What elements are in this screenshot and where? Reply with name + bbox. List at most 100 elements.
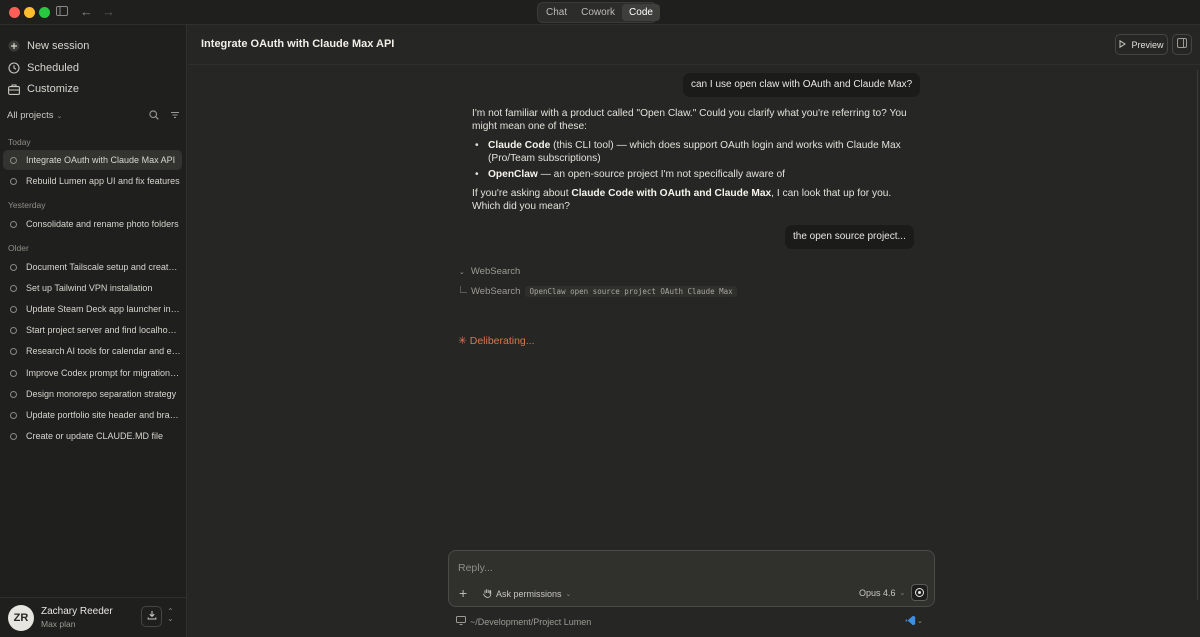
- assistant-options-list: Claude Code (this CLI tool) — which does…: [475, 139, 922, 181]
- session-item[interactable]: Update portfolio site header and brand..…: [3, 405, 182, 425]
- send-button[interactable]: [911, 584, 928, 601]
- new-session-button[interactable]: New session: [7, 37, 89, 55]
- session-title: Document Tailscale setup and create c...: [26, 262, 181, 272]
- preview-label: Preview: [1131, 39, 1164, 50]
- vscode-icon[interactable]: [905, 615, 916, 629]
- permissions-dropdown[interactable]: Ask permissions ⌄: [482, 588, 571, 600]
- session-status-icon: [10, 432, 17, 440]
- session-title: Integrate OAuth with Claude Max API: [26, 155, 176, 165]
- session-status-icon: [10, 177, 17, 185]
- outro-text: If you're asking about: [472, 188, 572, 199]
- panel-icon: [1177, 38, 1187, 51]
- play-icon: [1119, 39, 1127, 50]
- reply-input[interactable]: [458, 560, 918, 575]
- chevron-down-icon: ⌄: [899, 590, 906, 597]
- account-switcher-icon[interactable]: ⌃ ⌄: [167, 608, 174, 623]
- briefcase-icon: [7, 83, 20, 96]
- customize-label: Customize: [27, 83, 79, 95]
- session-item[interactable]: Research AI tools for calendar and em...: [3, 341, 182, 361]
- back-arrow-icon[interactable]: ←: [80, 4, 93, 20]
- plus-circle-icon: [7, 40, 20, 53]
- mode-switcher: Chat Cowork Code: [537, 2, 660, 23]
- sidebar-toggle-icon[interactable]: [56, 4, 68, 20]
- list-item: OpenClaw — an open-source project I'm no…: [475, 168, 922, 181]
- sidebar: New session Scheduled Customize All proj…: [0, 25, 187, 637]
- project-filter-row: All projects ⌄: [7, 110, 180, 124]
- tool-call-label: WebSearch: [471, 286, 521, 297]
- session-item[interactable]: Improve Codex prompt for migration pl...: [3, 363, 182, 383]
- tab-cowork[interactable]: Cowork: [574, 4, 622, 21]
- session-title: Design monorepo separation strategy: [26, 389, 177, 399]
- avatar: ZR: [8, 605, 34, 631]
- preview-button[interactable]: Preview: [1115, 34, 1168, 55]
- session-title: Create or update CLAUDE.MD file: [26, 431, 164, 441]
- user-message: the open source project...: [785, 225, 914, 249]
- option-description: — an open-source project I'm not specifi…: [537, 169, 785, 180]
- assistant-outro: If you're asking about Claude Code with …: [472, 187, 922, 213]
- title-bar: ← → Chat Cowork Code: [0, 0, 1200, 25]
- session-item[interactable]: Update Steam Deck app launcher inter...: [3, 299, 182, 319]
- session-status-icon: [10, 263, 17, 271]
- session-item[interactable]: Start project server and find localhost …: [3, 320, 182, 340]
- group-label: Yesterday: [8, 200, 46, 210]
- outro-bold: Claude Code with OAuth and Claude Max: [571, 188, 772, 199]
- session-status-icon: [10, 305, 17, 313]
- monitor-icon: [456, 616, 466, 627]
- tool-group-label: WebSearch: [470, 266, 521, 277]
- session-status-icon: [10, 284, 17, 292]
- group-label: Today: [8, 137, 31, 147]
- forward-arrow-icon[interactable]: →: [102, 4, 115, 20]
- option-description: (this CLI tool) — which does support OAu…: [488, 140, 901, 164]
- maximize-window-button[interactable]: [39, 7, 50, 18]
- session-item[interactable]: Design monorepo separation strategy: [3, 384, 182, 404]
- list-item: Claude Code (this CLI tool) — which does…: [475, 139, 922, 165]
- add-attachment-button[interactable]: +: [459, 586, 467, 600]
- spinner-icon: ✳: [458, 335, 467, 347]
- tab-code[interactable]: Code: [622, 4, 660, 21]
- conversation-header: Integrate OAuth with Claude Max API ⌄ Pr…: [188, 25, 1200, 65]
- minimize-window-button[interactable]: [24, 7, 35, 18]
- search-icon[interactable]: [149, 110, 159, 123]
- tool-group-toggle[interactable]: ⌄ WebSearch: [459, 266, 520, 277]
- tool-call[interactable]: WebSearch OpenClaw open source project O…: [460, 286, 737, 297]
- permissions-label: Ask permissions: [496, 589, 562, 599]
- session-title: Improve Codex prompt for migration pl...: [26, 368, 181, 378]
- session-item[interactable]: Document Tailscale setup and create c...: [3, 257, 182, 277]
- record-icon: [915, 588, 924, 597]
- filter-icon[interactable]: [170, 110, 180, 123]
- option-name: Claude Code: [488, 140, 551, 151]
- assistant-intro: I'm not familiar with a product called "…: [472, 108, 907, 132]
- assistant-message: I'm not familiar with a product called "…: [472, 107, 922, 219]
- clock-icon: [7, 62, 20, 75]
- session-title: Start project server and find localhost …: [26, 325, 181, 335]
- chevron-down-icon[interactable]: ⌄: [917, 617, 923, 625]
- session-item[interactable]: Create or update CLAUDE.MD file: [3, 426, 182, 446]
- chevron-down-icon: ⌄: [56, 113, 63, 120]
- conversation-title[interactable]: Integrate OAuth with Claude Max API: [201, 38, 394, 50]
- session-item[interactable]: Integrate OAuth with Claude Max API: [3, 150, 182, 170]
- project-filter-dropdown[interactable]: All projects ⌄: [7, 110, 62, 121]
- chevron-down-icon[interactable]: ⌄: [375, 38, 383, 49]
- session-item[interactable]: Set up Tailwind VPN installation: [3, 278, 182, 298]
- scheduled-button[interactable]: Scheduled: [7, 59, 79, 77]
- download-icon: [147, 610, 157, 623]
- working-directory[interactable]: ~/Development/Project Lumen: [456, 616, 591, 627]
- customize-button[interactable]: Customize: [7, 80, 79, 98]
- close-window-button[interactable]: [9, 7, 20, 18]
- user-message: can I use open claw with OAuth and Claud…: [683, 73, 921, 97]
- user-profile[interactable]: ZR Zachary Reeder Max plan ⌃ ⌄: [0, 597, 187, 637]
- path-label: ~/Development/Project Lumen: [470, 616, 592, 627]
- session-item[interactable]: Rebuild Lumen app UI and fix features: [3, 171, 182, 191]
- panel-toggle-button[interactable]: [1172, 34, 1192, 55]
- status-indicator: ✳ Deliberating...: [458, 335, 535, 347]
- session-item[interactable]: Consolidate and rename photo folders: [3, 214, 182, 234]
- session-status-icon: [10, 220, 17, 228]
- model-selector[interactable]: Opus 4.6 ⌄: [859, 588, 905, 598]
- scrollbar[interactable]: [1197, 70, 1198, 600]
- chevron-down-icon: ⌄: [459, 269, 465, 276]
- tab-chat[interactable]: Chat: [539, 4, 574, 21]
- download-button[interactable]: [141, 606, 162, 627]
- scheduled-label: Scheduled: [27, 62, 79, 74]
- project-filter-label: All projects: [7, 110, 54, 121]
- tree-connector: [460, 286, 467, 293]
